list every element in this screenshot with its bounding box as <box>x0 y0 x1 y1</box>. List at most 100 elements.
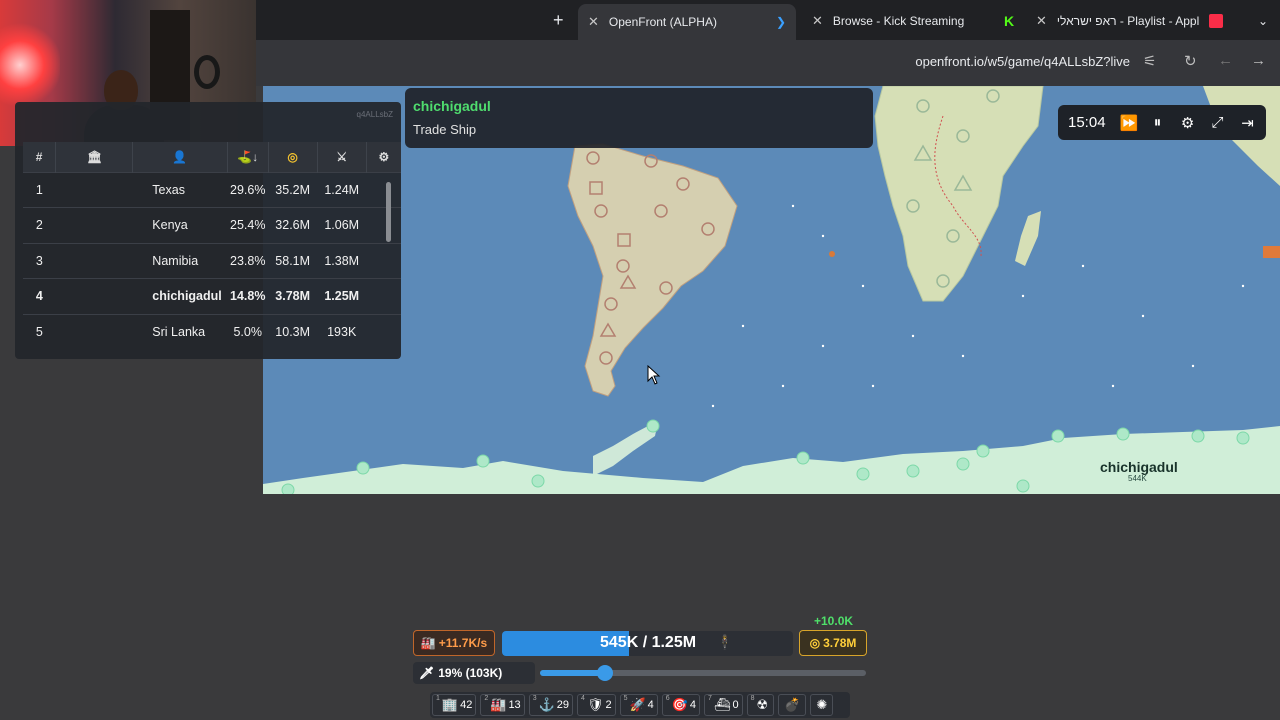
hotkey-label: 4 <box>581 695 585 702</box>
map-player-troops: 544K <box>1128 474 1147 483</box>
missile-silo-icon: 🚀 <box>629 697 646 712</box>
attack-ratio-box: 🗡 19% (103K) <box>413 662 535 684</box>
url-field[interactable]: openfront.io/w5/game/q4ALLsbZ?live <box>915 54 1130 69</box>
troops-icon: 🕴 <box>716 634 734 650</box>
close-tab-icon[interactable]: ✕ <box>1036 13 1047 29</box>
rank-cell: 2 <box>23 207 56 243</box>
clan-header[interactable]: 🏛 <box>55 142 133 172</box>
tab-kick[interactable]: ✕ Browse - Kick Streaming <box>802 6 992 36</box>
unit-tooltip: chichigadul Trade Ship <box>405 88 873 148</box>
territory-cell: 25.4% <box>227 207 269 243</box>
sam-launcher-icon: 🎯 <box>671 697 688 712</box>
music-icon <box>1209 14 1224 28</box>
hotkey-label: 8 <box>750 695 755 702</box>
player-name-cell: Sri Lanka <box>132 313 228 350</box>
build-item-sam-launcher[interactable]: 6 🎯 4 <box>661 694 701 716</box>
build-count: 4 <box>647 699 654 711</box>
fast-forward-icon[interactable]: ⏩ <box>1120 114 1139 132</box>
slider-handle[interactable] <box>596 665 613 681</box>
territory-cell: 5.0% <box>227 313 269 350</box>
troops-header[interactable]: ⚔ <box>317 142 367 172</box>
build-item-missile-silo[interactable]: 5 🚀 4 <box>619 694 658 716</box>
exit-icon[interactable]: ⇥ <box>1240 114 1256 132</box>
reload-icon[interactable]: ↻ <box>1184 52 1197 70</box>
territory-cell: 14.8% <box>227 278 269 314</box>
gold-cell: 35.2M <box>268 171 318 208</box>
close-tab-icon[interactable]: ✕ <box>812 13 823 29</box>
tab-label: Browse - Kick Streaming <box>832 14 965 28</box>
fullscreen-icon[interactable]: ⤢ <box>1210 114 1226 131</box>
build-item-warship[interactable]: 7 ⛴ 0 <box>704 694 743 716</box>
gold-rate-box: 🏭 +11.7K/s <box>413 630 495 656</box>
hydrogen-bomb-icon: 💣 <box>784 697 801 712</box>
troops-cell: 1.24M <box>317 171 367 208</box>
build-count: 42 <box>460 699 473 711</box>
gold-header[interactable]: ◎ <box>268 142 318 172</box>
troops-bar: 545K / 1.25M 🕴 <box>502 631 793 656</box>
leaderboard-scrollbar[interactable] <box>386 182 391 242</box>
table-row-self[interactable]: 4 chichigadul 14.8% 3.78M 1.25M <box>23 278 401 314</box>
gear-icon: ⚙ <box>378 149 390 164</box>
pause-icon[interactable]: ⏸ <box>1150 114 1166 131</box>
gold-rate-value: +11.7K/s <box>438 636 488 650</box>
tab-apple-music[interactable]: ✕ ראפ ישראלי - Playlist - Appl <box>1026 6 1246 36</box>
hotkey-label: 1 <box>436 695 440 702</box>
troops-icon: ⚔ <box>336 149 348 164</box>
build-item-port[interactable]: 3 ⚓ 29 <box>528 694 574 716</box>
build-count: 29 <box>556 699 570 711</box>
table-row[interactable]: 2 Kenya 25.4% 32.6M 1.06M <box>23 207 401 243</box>
person-icon: 👤 <box>172 149 188 164</box>
gold-delta: +10.0K <box>814 614 854 628</box>
troops-cell: 1.25M <box>317 278 367 314</box>
site-settings-icon[interactable]: ⚟ <box>1143 52 1156 70</box>
build-item-nuke[interactable]: 8 ☢ <box>746 694 775 716</box>
new-tab-button[interactable]: + <box>553 10 564 31</box>
game-timer: 15:04 <box>1068 114 1106 131</box>
warship-icon: ⛴ <box>713 697 731 712</box>
mirv-icon: ✺ <box>816 697 828 712</box>
attack-ratio-value: 19% (103K) <box>438 666 503 680</box>
kick-favicon-icon: K <box>1004 13 1015 29</box>
mouse-cursor-icon <box>647 365 661 385</box>
build-item-city[interactable]: 1 🏢 42 <box>432 694 477 716</box>
rank-header: # <box>23 142 57 172</box>
table-row[interactable]: 1 Texas 29.6% 35.2M 1.24M <box>23 171 401 208</box>
leaderboard-settings[interactable]: ⚙ <box>366 142 401 172</box>
build-item-defense-post[interactable]: 4 🛡 2 <box>577 694 616 716</box>
hotkey-label: 2 <box>484 695 489 702</box>
tooltip-unit-type: Trade Ship <box>413 122 477 137</box>
tab-list-chevron-icon[interactable]: ⌄ <box>1248 6 1274 36</box>
gear-icon[interactable]: ⚙ <box>1180 114 1196 132</box>
attack-ratio-slider[interactable] <box>540 665 866 681</box>
gold-coin-icon: ◎ <box>287 149 298 164</box>
territory-cell: 23.8% <box>227 242 269 279</box>
territory-cell: 29.6% <box>227 171 269 208</box>
hotkey-label: 7 <box>708 695 712 702</box>
territory-header[interactable]: ⛳↓ <box>227 142 269 172</box>
player-header[interactable]: 👤 <box>132 142 228 172</box>
troops-value: 545K / 1.25M <box>600 634 697 651</box>
build-item-hydrogen-bomb[interactable]: 💣 <box>778 694 807 716</box>
build-count: 0 <box>732 699 739 711</box>
defense-post-icon: 🛡 <box>586 697 604 712</box>
build-item-mirv[interactable]: ✺ <box>810 694 834 716</box>
game-id: q4ALLsbZ <box>356 110 393 119</box>
gold-cell: 3.78M <box>268 278 318 314</box>
build-count: 4 <box>689 699 697 711</box>
nuke-icon: ☢ <box>756 697 769 712</box>
player-name-cell: chichigadul <box>132 278 228 314</box>
back-icon[interactable]: ← <box>1218 52 1233 69</box>
map-player-label: chichigadul <box>1100 459 1178 475</box>
tab-openfront[interactable]: ✕ OpenFront (ALPHA) ❯ <box>578 4 796 40</box>
tooltip-player-name: chichigadul <box>413 98 491 114</box>
table-row[interactable]: 5 Sri Lanka 5.0% 10.3M 193K <box>23 313 401 350</box>
troops-cell: 1.06M <box>317 207 367 243</box>
leaderboard-table: # 🏛 👤 ⛳↓ ◎ ⚔ ⚙ 1 Texas 29.6% 35.2M 1.24M… <box>23 142 401 350</box>
gold-box: ◎ 3.78M <box>799 630 867 656</box>
port-icon: ⚓ <box>538 697 555 712</box>
table-row[interactable]: 3 Namibia 23.8% 58.1M 1.38M <box>23 242 401 279</box>
close-tab-icon[interactable]: ✕ <box>588 14 599 30</box>
tab-label: ראפ ישראלי - Playlist - Appl <box>1056 14 1200 28</box>
build-item-factory[interactable]: 2 🏭 13 <box>480 694 525 716</box>
forward-icon[interactable]: → <box>1251 52 1266 69</box>
